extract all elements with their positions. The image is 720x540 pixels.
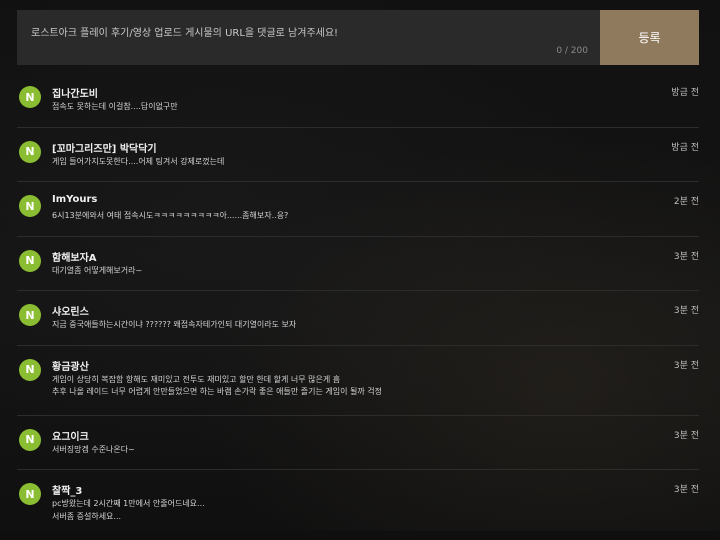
comment-time: 3분 전 xyxy=(673,306,699,316)
comment-text: 게임 들어가지도못한다....어제 팅겨서 강제로껐는데 xyxy=(52,156,652,169)
comment-text: pc방왔는데 2시간째 1만에서 안줄어드네요... 서버좀 증설하세요... xyxy=(52,498,652,523)
comment-text-line: 게임이 상당히 복잡함 항해도 재미있고 전투도 재미있고 할만 한데 할게 너… xyxy=(52,374,341,384)
comment-time: 3분 전 xyxy=(673,251,699,262)
comment-text-line: 6시13분에와서 여태 접속시도ㅋㅋㅋㅋㅋㅋㅋㅋㅋ아......좀해보자..응? xyxy=(52,211,289,220)
comment-time: 3분 전 xyxy=(673,485,699,495)
comment-input-area: 0 / 200 xyxy=(17,10,600,65)
comment-time: 3분 전 xyxy=(673,360,699,371)
comment-item: N ImYours 2분 전 6시13분에와서 여태 접속시도ㅋㅋㅋㅋㅋㅋㅋㅋㅋ… xyxy=(17,182,699,237)
avatar: N xyxy=(19,140,41,163)
comment-text: 게임이 상당히 복잡함 항해도 재미있고 전투도 재미있고 할만 한데 할게 너… xyxy=(52,374,652,399)
comment-time: 방금 전 xyxy=(671,142,699,153)
comment-section: 0 / 200 등록 N 집나간도비 방금 전 접속도 못하는데 이걸참....… xyxy=(0,0,720,531)
comment-item: N 요그이크 3분 전 서버징망겜 수준나온다~ xyxy=(17,416,699,470)
comment-text-line: 대기열좀 어떻게해보거라~ xyxy=(52,265,143,275)
comment-time: 방금 전 xyxy=(671,88,699,98)
comment-textarea[interactable] xyxy=(17,10,600,65)
comment-author: 찰짝_3 xyxy=(52,486,83,497)
comment-time: 3분 전 xyxy=(673,430,699,441)
comment-author: 샤오린스 xyxy=(52,307,89,318)
comment-author: 함해보자A xyxy=(52,252,97,264)
comment-author: 집나간도비 xyxy=(52,89,98,100)
comment-text-line: 서버징망겜 수준나온다~ xyxy=(52,444,135,454)
comment-text-line: pc방왔는데 2시간째 1만에서 안줄어드네요... xyxy=(52,499,205,508)
comment-text: 접속도 못하는데 이걸참....답이없구만 xyxy=(52,101,652,114)
submit-button[interactable]: 등록 xyxy=(600,10,699,65)
comment-author: ImYours xyxy=(52,194,98,205)
comment-author: 황금광산 xyxy=(52,361,89,373)
comment-text: 지금 중국애들하는시간이냐 ?????? 왜접속자테가인되 대기열이라도 보자 xyxy=(52,319,652,332)
comment-item: N [꼬마그리즈만] 박닥닥기 방금 전 게임 들어가지도못한다....어제 팅… xyxy=(17,128,699,182)
avatar: N xyxy=(19,195,41,217)
avatar: N xyxy=(19,86,41,108)
comment-text-line: 게임 들어가지도못한다....어제 팅겨서 강제로껐는데 xyxy=(52,156,225,166)
char-count: 0 / 200 xyxy=(556,46,588,56)
comment-text: 서버징망겜 수준나온다~ xyxy=(52,444,652,457)
avatar: N xyxy=(19,358,41,381)
avatar: N xyxy=(19,249,41,272)
comment-item: N 샤오린스 3분 전 지금 중국애들하는시간이냐 ?????? 왜접속자테가인… xyxy=(17,291,699,346)
comment-text-line: 서버좀 증설하세요... xyxy=(52,511,122,521)
comment-text: 대기열좀 어떻게해보거라~ xyxy=(52,265,652,278)
comment-list: N 집나간도비 방금 전 접속도 못하는데 이걸참....답이없구만 N [꼬마… xyxy=(17,73,699,540)
comment-text: 6시13분에와서 여태 접속시도ㅋㅋㅋㅋㅋㅋㅋㅋㅋ아......좀해보자..응? xyxy=(52,210,652,223)
avatar: N xyxy=(19,483,41,505)
comment-author: 요그이크 xyxy=(52,431,89,443)
avatar: N xyxy=(19,304,41,326)
comment-item: N 집나간도비 방금 전 접속도 못하는데 이걸참....답이없구만 xyxy=(17,73,699,128)
comment-form: 0 / 200 등록 xyxy=(17,10,699,65)
comment-item: N 황금광산 3분 전 게임이 상당히 복잡함 항해도 재미있고 전투도 재미있… xyxy=(17,346,699,416)
comment-text-line: 추후 나올 레이드 너무 어렵게 안만들었으면 하는 바램 손가락 좋은 애들만… xyxy=(52,387,382,396)
comment-author: [꼬마그리즈만] 박닥닥기 xyxy=(52,143,157,155)
comment-text-line: 접속도 못하는데 이걸참....답이없구만 xyxy=(52,102,178,111)
comment-text-line: 지금 중국애들하는시간이냐 ?????? 왜접속자테가인되 대기열이라도 보자 xyxy=(52,320,297,329)
avatar: N xyxy=(19,428,41,451)
comment-item: N 함해보자A 3분 전 대기열좀 어떻게해보거라~ xyxy=(17,237,699,291)
comment-time: 2분 전 xyxy=(673,197,699,207)
comment-item: N 찰짝_3 3분 전 pc방왔는데 2시간째 1만에서 안줄어드네요... 서… xyxy=(17,470,699,540)
